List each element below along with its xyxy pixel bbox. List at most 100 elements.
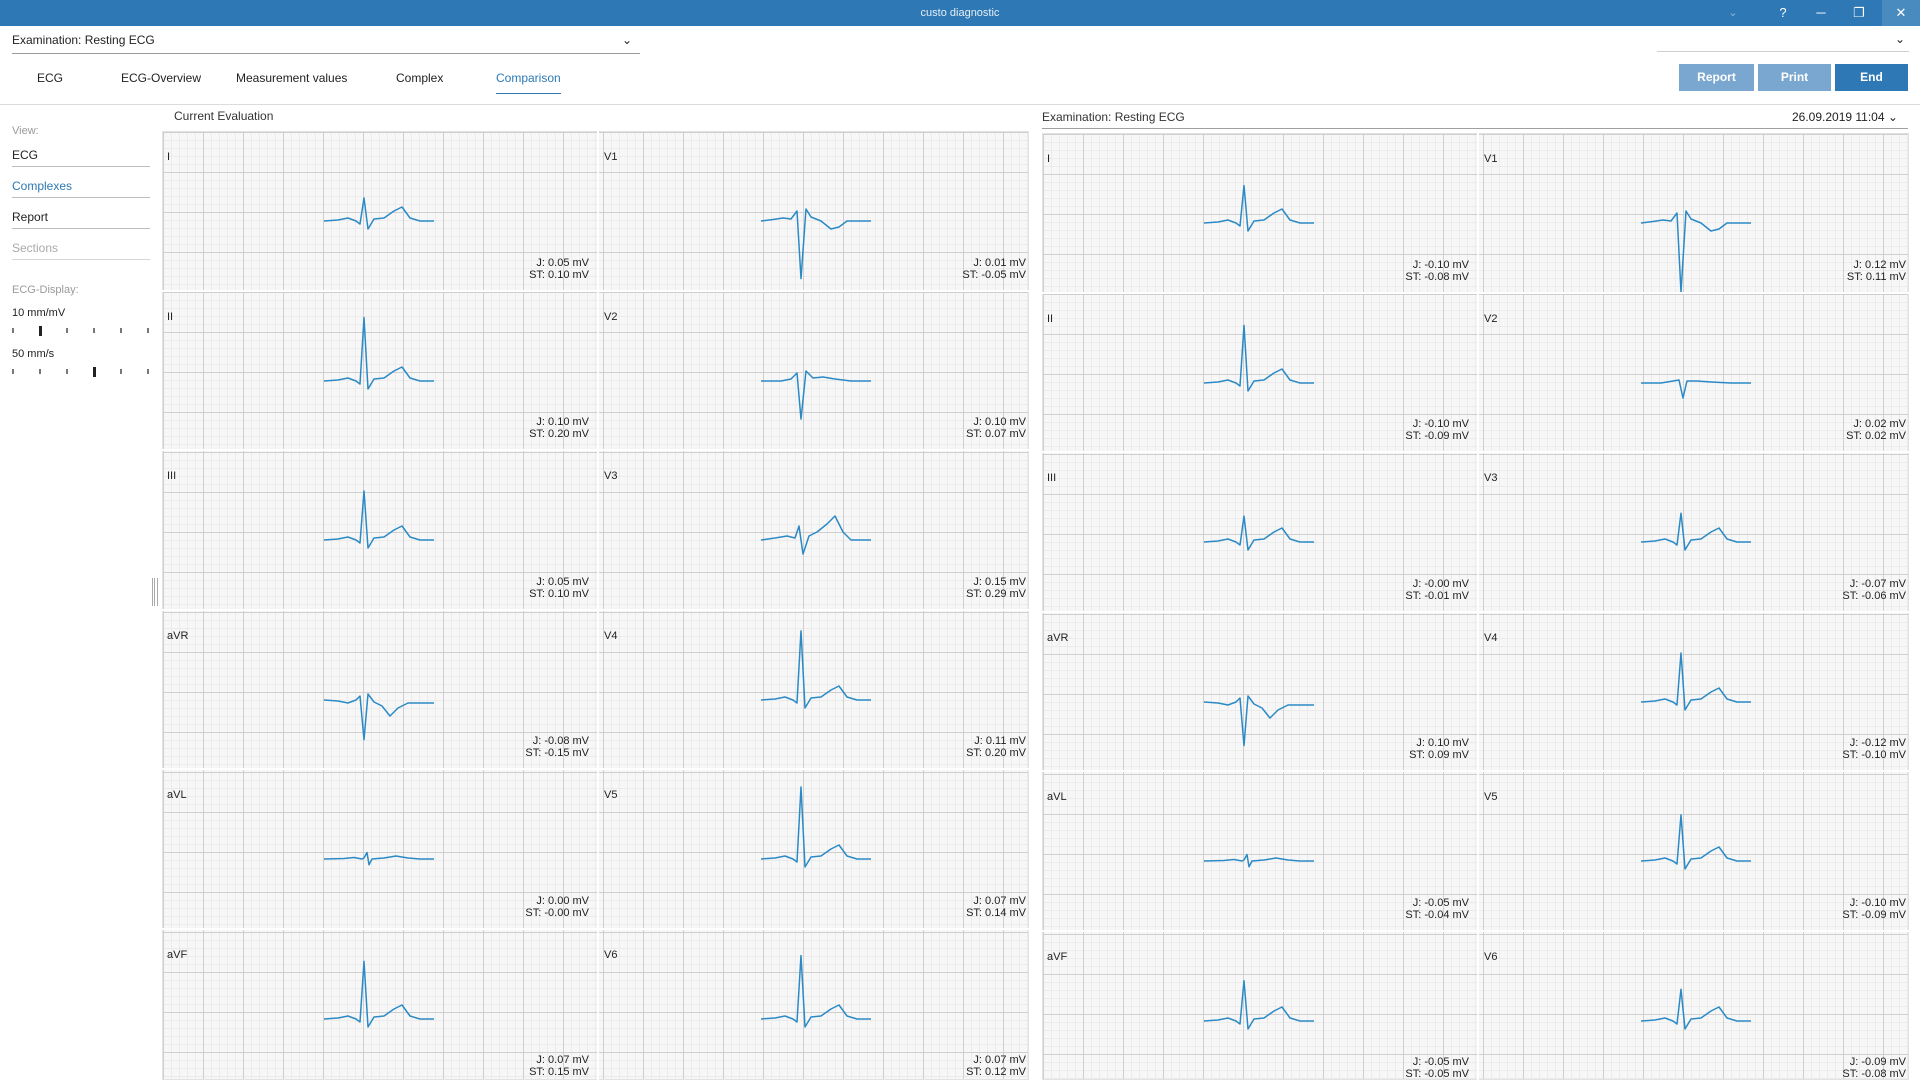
st-value: ST: -0.15 mV [525, 747, 589, 759]
examination-select[interactable]: Examination: Resting ECG ⌄ [12, 28, 640, 54]
measurement-values: J: 0.05 mV ST: 0.10 mV [529, 257, 589, 281]
ecg-waveform [323, 960, 434, 1028]
row-divider [1042, 929, 1914, 932]
sidebar-item-ecg[interactable]: ECG [12, 145, 150, 167]
comparison-lead-cell[interactable]: aVF J: -0.05 mV ST: -0.05 mV [1042, 931, 1477, 1090]
comparison-header-underline [1042, 128, 1908, 129]
row-divider [1042, 291, 1914, 294]
current-lead-cell[interactable]: V5 J: 0.07 mV ST: 0.14 mV [599, 769, 1034, 928]
st-value: ST: 0.09 mV [1409, 749, 1469, 761]
ecg-waveform [1640, 210, 1751, 293]
help-icon[interactable]: ? [1764, 0, 1802, 26]
j-point-value: J: -0.05 mV [1412, 1056, 1469, 1068]
patient-select[interactable]: ⌄ [1657, 28, 1909, 52]
comparison-lead-cell[interactable]: III J: -0.00 mV ST: -0.01 mV [1042, 452, 1477, 611]
comparison-lead-cell[interactable]: V2 J: 0.02 mV ST: 0.02 mV [1479, 293, 1914, 452]
slider-tick [93, 328, 95, 333]
row-divider [162, 927, 1034, 930]
comparison-lead-cell[interactable]: V5 J: -0.10 mV ST: -0.09 mV [1479, 771, 1914, 930]
measurement-values: J: 0.07 mV ST: 0.14 mV [966, 895, 1026, 919]
gain-slider-thumb[interactable] [39, 326, 42, 336]
current-evaluation-title: Current Evaluation [174, 109, 274, 123]
measurement-values: J: -0.12 mV ST: -0.10 mV [1842, 737, 1906, 761]
close-icon[interactable]: ✕ [1882, 0, 1920, 26]
slider-tick [66, 369, 68, 374]
end-button[interactable]: End [1835, 64, 1908, 91]
view-label: View: [12, 125, 39, 137]
st-value: ST: 0.15 mV [529, 1066, 589, 1078]
ecg-waveform [323, 851, 434, 866]
tab-measurement-values[interactable]: Measurement values [236, 62, 347, 94]
tab-ecg-overview[interactable]: ECG-Overview [121, 62, 201, 94]
j-point-value: J: 0.01 mV [973, 256, 1026, 269]
comparison-lead-cell[interactable]: I J: -0.10 mV ST: -0.08 mV [1042, 133, 1477, 292]
st-value: ST: 0.20 mV [529, 428, 589, 440]
current-lead-cell[interactable]: V2 J: 0.10 mV ST: 0.07 mV [599, 291, 1034, 450]
comparison-lead-cell[interactable]: V6 J: -0.09 mV ST: -0.08 mV [1479, 931, 1914, 1090]
panel-splitter-handle[interactable] [152, 578, 158, 606]
st-value: ST: 0.29 mV [966, 587, 1026, 600]
ecg-waveform [323, 490, 434, 549]
measurement-values: J: 0.02 mV ST: 0.02 mV [1846, 418, 1906, 442]
measurement-values: J: -0.08 mV ST: -0.15 mV [525, 735, 589, 759]
tab-ecg[interactable]: ECG [37, 62, 63, 94]
st-value: ST: 0.11 mV [1846, 270, 1906, 283]
measurement-values: J: -0.10 mV ST: -0.09 mV [1842, 897, 1906, 921]
ecg-waveform [1641, 378, 1751, 399]
st-value: ST: -0.05 mV [1405, 1068, 1469, 1080]
measurement-values: J: -0.10 mV ST: -0.09 mV [1405, 418, 1469, 442]
j-point-value: J: -0.10 mV [1849, 896, 1906, 909]
speed-slider-thumb[interactable] [93, 367, 96, 377]
comparison-lead-cell[interactable]: V1 J: 0.12 mV ST: 0.11 mV [1479, 133, 1914, 293]
st-value: ST: -0.06 mV [1842, 589, 1906, 602]
current-lead-cell[interactable]: V1 J: 0.01 mV ST: -0.05 mV [599, 131, 1034, 290]
examination-select-value: Examination: Resting ECG [12, 33, 155, 47]
comparison-lead-cell[interactable]: aVR J: 0.10 mV ST: 0.09 mV [1042, 612, 1477, 771]
slider-tick [66, 328, 68, 333]
measurement-values: J: 0.10 mV ST: 0.07 mV [966, 416, 1026, 440]
current-lead-cell[interactable]: aVR J: -0.08 mV ST: -0.15 mV [162, 610, 597, 769]
current-lead-cell[interactable]: aVF J: 0.07 mV ST: 0.15 mV [162, 929, 597, 1088]
ecg-waveform [1640, 512, 1751, 551]
ecg-waveform [323, 316, 434, 390]
comparison-lead-cell[interactable]: II J: -0.10 mV ST: -0.09 mV [1042, 293, 1477, 452]
st-value: ST: -0.08 mV [1842, 1068, 1906, 1080]
comparison-date-select[interactable]: 26.09.2019 11:04 ⌄ [1792, 110, 1898, 124]
gain-slider[interactable] [12, 326, 150, 336]
j-point-value: J: 0.12 mV [1853, 258, 1906, 271]
current-lead-cell[interactable]: II J: 0.10 mV ST: 0.20 mV [162, 291, 597, 450]
measurement-values: J: 0.15 mV ST: 0.29 mV [966, 576, 1026, 600]
measurement-values: J: -0.05 mV ST: -0.05 mV [1405, 1056, 1469, 1080]
header-divider [0, 104, 1920, 105]
measurement-values: J: -0.09 mV ST: -0.08 mV [1842, 1056, 1906, 1080]
sidebar: View: ECG Complexes Report Sections ECG-… [0, 105, 160, 1080]
ecg-waveform [760, 786, 871, 868]
ecg-waveform [1203, 853, 1314, 868]
current-lead-cell[interactable]: V6 J: 0.07 mV ST: 0.12 mV [599, 929, 1034, 1088]
current-lead-cell[interactable]: V4 J: 0.11 mV ST: 0.20 mV [599, 610, 1034, 769]
sidebar-item-report[interactable]: Report [12, 207, 150, 229]
tab-comparison[interactable]: Comparison [496, 62, 561, 94]
current-lead-cell[interactable]: I J: 0.05 mV ST: 0.10 mV [162, 131, 597, 290]
j-point-value: J: -0.00 mV [1412, 577, 1469, 590]
report-button[interactable]: Report [1679, 64, 1754, 91]
current-lead-cell[interactable]: III J: 0.05 mV ST: 0.10 mV [162, 450, 597, 609]
st-value: ST: -0.01 mV [1405, 589, 1469, 602]
restore-icon[interactable]: ❐ [1840, 0, 1878, 26]
chevron-down-icon[interactable]: ⌄ [1714, 0, 1752, 26]
measurement-values: J: 0.07 mV ST: 0.12 mV [966, 1054, 1026, 1078]
slider-tick [147, 369, 149, 374]
current-lead-cell[interactable]: aVL J: 0.00 mV ST: -0.00 mV [162, 769, 597, 928]
minimize-icon[interactable]: ─ [1802, 0, 1840, 26]
row-divider [162, 768, 1034, 770]
comparison-lead-cell[interactable]: V3 J: -0.07 mV ST: -0.06 mV [1479, 452, 1914, 611]
print-button[interactable]: Print [1758, 64, 1831, 91]
current-lead-cell[interactable]: V3 J: 0.15 mV ST: 0.29 mV [599, 450, 1034, 609]
speed-slider[interactable] [12, 367, 150, 377]
tab-complex[interactable]: Complex [396, 62, 443, 94]
sidebar-item-complexes[interactable]: Complexes [12, 176, 150, 198]
comparison-lead-cell[interactable]: aVL J: -0.05 mV ST: -0.04 mV [1042, 771, 1477, 930]
measurement-values: J: 0.11 mV ST: 0.20 mV [966, 735, 1026, 759]
ecg-waveform [1203, 979, 1314, 1030]
comparison-lead-cell[interactable]: V4 J: -0.12 mV ST: -0.10 mV [1479, 612, 1914, 771]
